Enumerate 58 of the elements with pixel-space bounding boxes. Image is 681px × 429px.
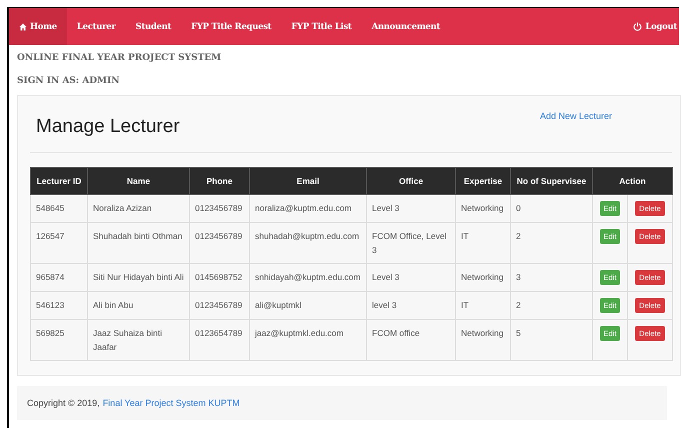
footer-link[interactable]: Final Year Project System KUPTM [102,398,240,408]
table-cell: 0123456789 [190,194,250,222]
copyright-text: Copyright © 2019, [27,398,100,408]
table-cell: Networking [456,320,510,360]
table-cell: Jaaz Suhaiza binti Jaafar [88,320,190,360]
table-cell: snhidayah@kuptm.edu.com [250,264,366,292]
logout-link[interactable]: Logout [623,8,679,45]
table-cell: FCOM Office, Level 3 [366,222,456,264]
column-header: Email [250,168,366,194]
table-cell: 126547 [30,222,88,264]
table-cell: Noraliza Azizan [88,194,190,222]
nav-link[interactable]: FYP Title List [281,8,362,45]
table-cell: Siti Nur Hidayah binti Ali [88,264,190,292]
table-cell: Shuhadah binti Othman [88,222,190,264]
table-cell: jaaz@kuptmkl.edu.com [250,320,366,360]
table-cell: level 3 [366,292,456,320]
power-icon [633,22,642,31]
nav-link[interactable]: Student [126,8,182,45]
table-cell: 0145698752 [190,264,250,292]
table-cell: IT [456,222,510,264]
table-cell: ali@kuptmkl [250,292,366,320]
table-cell: Level 3 [366,194,456,222]
column-header: Expertise [456,168,510,194]
table-cell: Ali bin Abu [88,292,190,320]
nav-link[interactable]: FYP Title Request [181,8,282,45]
table-cell: noraliza@kuptm.edu.com [250,194,366,222]
table-cell: 0123456789 [190,222,250,264]
nav-link[interactable]: Announcement [362,8,450,45]
table-cell: 546123 [30,292,88,320]
column-header: Lecturer ID [30,168,88,194]
table-cell: 965874 [30,264,88,292]
column-header: No of Supervisee [510,168,592,194]
table-cell: 2 [510,222,592,264]
table-cell: 548645 [30,194,88,222]
table-cell: 0123456789 [190,292,250,320]
column-header: Office [366,168,456,194]
table-cell: shuhadah@kuptm.edu.com [250,222,366,264]
column-header: Name [88,168,190,194]
column-header: Action [592,168,673,194]
table-cell: 2 [510,292,592,320]
table-cell: 5 [510,320,592,360]
home-icon [19,22,27,30]
table-cell: Networking [456,264,510,292]
system-title: ONLINE FINAL YEAR PROJECT SYSTEM [17,53,222,63]
signed-in-label: SIGN IN AS: ADMIN [17,76,120,86]
nav-link[interactable]: Lecturer [66,8,126,45]
table-cell: 0123654789 [190,320,250,360]
nav-link[interactable]: Home [9,8,67,45]
table-cell: Level 3 [366,264,456,292]
page-title: Manage Lecturer [36,116,180,138]
table-cell: 0 [510,194,592,222]
table-cell: IT [456,292,510,320]
table-cell: 569825 [30,320,88,360]
table-cell: 3 [510,264,592,292]
column-header: Phone [190,168,250,194]
add-lecturer-link[interactable]: Add New Lecturer [540,111,612,121]
table-cell: FCOM office [366,320,456,360]
table-cell: Networking [456,194,510,222]
